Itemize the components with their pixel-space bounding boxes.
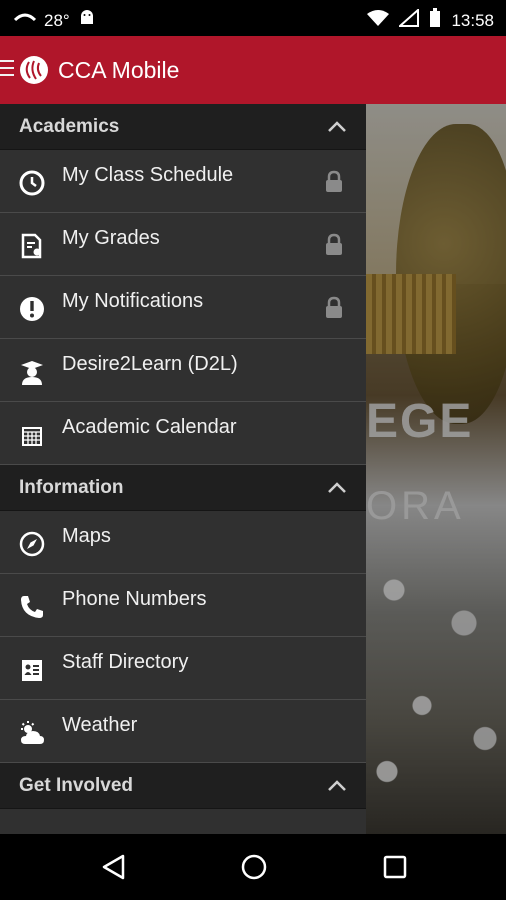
temperature: 28° — [44, 10, 70, 30]
battery-icon — [429, 8, 441, 33]
drawer-item-academic-calendar[interactable]: Academic Calendar — [0, 402, 366, 465]
drawer-item-phone-numbers[interactable]: Phone Numbers — [0, 574, 366, 637]
home-icon[interactable] — [239, 852, 269, 882]
drawer-item-label: Weather — [62, 714, 138, 736]
section-title: Academics — [19, 116, 120, 137]
drawer-item-my-grades[interactable]: My Grades — [0, 213, 366, 276]
lock-icon — [324, 170, 344, 194]
chevron-up-icon[interactable] — [326, 116, 348, 138]
clock-time: 13:58 — [451, 10, 494, 30]
drawer-item-my-class-schedule[interactable]: My Class Schedule — [0, 150, 366, 213]
compass-icon — [18, 530, 46, 558]
signal-icon — [397, 7, 420, 32]
menu-icon[interactable] — [0, 60, 14, 80]
app-title: CCA Mobile — [58, 57, 180, 83]
vpn-key-icon — [13, 10, 37, 31]
grades-document-icon — [18, 232, 46, 260]
chevron-up-icon[interactable] — [326, 775, 348, 797]
drawer-item-my-notifications[interactable]: My Notifications — [0, 276, 366, 339]
drawer-item-label: Academic Calendar — [62, 416, 237, 438]
lock-icon — [324, 233, 344, 257]
weather-icon — [18, 719, 46, 747]
graduate-icon — [18, 358, 46, 386]
app-bar: CCA Mobile — [0, 36, 506, 104]
drawer-item-weather[interactable]: Weather — [0, 700, 366, 763]
drawer-item-label: Desire2Learn (D2L) — [62, 353, 238, 375]
section-title: Information — [19, 477, 124, 498]
drawer-item-desire2learn[interactable]: Desire2Learn (D2L) — [0, 339, 366, 402]
app-logo[interactable] — [20, 56, 48, 84]
back-icon[interactable] — [99, 852, 129, 882]
lock-icon — [324, 296, 344, 320]
section-header-academics[interactable]: Academics — [0, 104, 366, 150]
recents-icon[interactable] — [380, 852, 410, 882]
contact-card-icon — [18, 656, 46, 684]
system-navigation-bar — [0, 834, 506, 900]
phone-icon — [18, 593, 46, 621]
drawer-item-partial[interactable] — [0, 809, 366, 834]
section-header-information[interactable]: Information — [0, 465, 366, 511]
drawer-item-staff-directory[interactable]: Staff Directory — [0, 637, 366, 700]
drawer-item-label: Phone Numbers — [62, 588, 207, 610]
status-bar: 28° 13:58 — [0, 0, 506, 36]
chevron-up-icon[interactable] — [326, 477, 348, 499]
calendar-icon — [18, 421, 46, 449]
drawer-item-label: My Notifications — [62, 290, 204, 312]
drawer-item-label: My Grades — [62, 227, 160, 249]
section-title: Get Involved — [19, 775, 134, 796]
screen: 28° 13:58 CCA Mobile EGE ORA Academics M… — [0, 0, 506, 900]
navigation-drawer: Academics My Class Schedule My Grades My… — [0, 104, 366, 834]
android-icon — [78, 8, 96, 33]
drawer-item-label: My Class Schedule — [62, 164, 234, 186]
drawer-item-label: Staff Directory — [62, 651, 189, 673]
drawer-item-label: Maps — [62, 525, 111, 547]
wifi-icon — [367, 9, 390, 32]
campus-background-image: EGE ORA — [366, 104, 506, 834]
drawer-item-maps[interactable]: Maps — [0, 511, 366, 574]
alert-icon — [18, 295, 46, 323]
clock-icon — [18, 169, 46, 197]
section-header-get-involved[interactable]: Get Involved — [0, 763, 366, 809]
